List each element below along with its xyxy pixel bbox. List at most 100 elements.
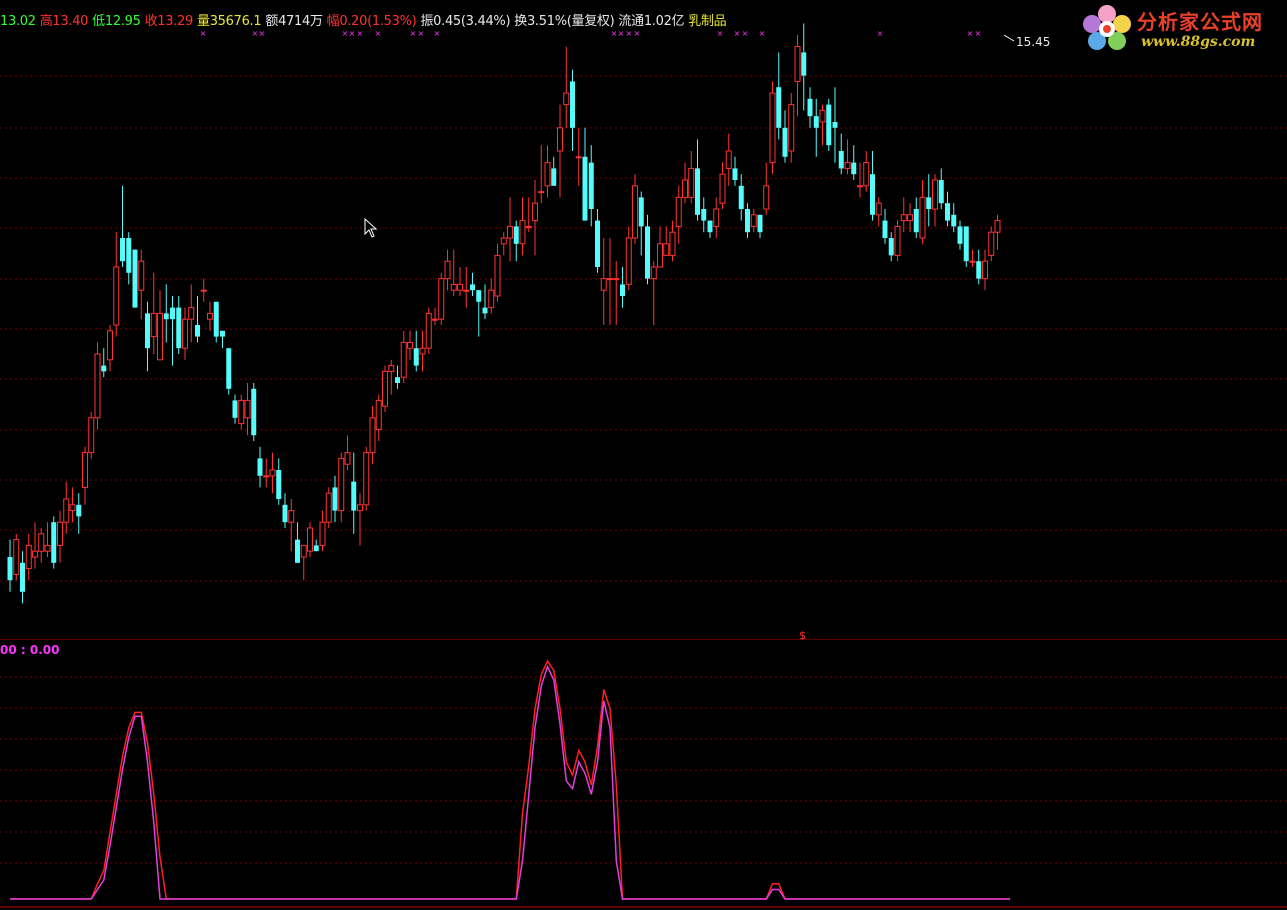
amplitude-label: 振 [420, 14, 434, 29]
candle [63, 481, 70, 534]
signal-marker: × [434, 29, 441, 38]
candle-body [244, 399, 251, 419]
candle [938, 168, 944, 209]
indicator-header: 00 : 0.00 [0, 643, 60, 657]
candle [88, 412, 95, 459]
candle-body [663, 243, 670, 256]
candle [926, 174, 932, 227]
candle-body [757, 214, 763, 233]
close-label: 收 [144, 14, 158, 29]
candle-body [588, 162, 594, 209]
candle-body [482, 307, 488, 314]
signal-marker: × [357, 29, 364, 38]
candle-body [419, 347, 426, 355]
candle-body [813, 116, 819, 128]
signal-marker: × [252, 29, 259, 38]
candle-body [675, 196, 682, 227]
candle-body [13, 539, 20, 575]
candle [695, 139, 700, 221]
sector-name: 乳制品 [688, 14, 727, 29]
indicator-chart[interactable] [0, 641, 1287, 910]
signal-marker: × [975, 29, 982, 38]
candle-body [188, 307, 195, 320]
candle-body [107, 330, 113, 361]
candle-body [613, 278, 620, 281]
candle-body [563, 92, 570, 106]
candle-body [882, 220, 888, 238]
candle-body [707, 220, 713, 233]
candle-body [745, 209, 750, 233]
signal-marker: × [418, 29, 425, 38]
candle-body [220, 330, 225, 337]
candle-body [851, 162, 857, 175]
candle-body [438, 278, 445, 320]
candle-body [263, 475, 270, 478]
signal-marker: × [967, 29, 974, 38]
candle-body [938, 180, 944, 204]
candle-body [732, 168, 738, 180]
candle [776, 52, 782, 140]
high-label: 高 [39, 14, 53, 29]
candle-body [44, 544, 51, 552]
candle [238, 394, 245, 430]
candle [919, 180, 926, 244]
candle-body [888, 238, 894, 256]
candle [769, 81, 776, 175]
candle [32, 522, 38, 569]
candle-body [207, 312, 213, 320]
candle-body [213, 301, 219, 337]
candle-body [101, 365, 107, 372]
candle [688, 151, 695, 204]
candle-body [325, 492, 332, 523]
candle-body [669, 231, 676, 256]
candle [563, 46, 570, 128]
candle [957, 220, 963, 250]
signal-marker: × [259, 29, 266, 38]
candle-body [682, 179, 688, 198]
signal-marker: × [877, 29, 884, 38]
signal-marker: × [626, 29, 633, 38]
candle-body [963, 226, 969, 262]
candle [707, 220, 713, 238]
candle [675, 185, 682, 244]
candle [319, 510, 326, 552]
indicator-grid [0, 676, 1287, 864]
signal-marker: × [742, 29, 749, 38]
candle-body [513, 226, 519, 244]
candle [295, 522, 300, 563]
candle [801, 23, 807, 111]
candle [994, 214, 1001, 250]
candle-body [313, 545, 319, 552]
candle [788, 93, 795, 163]
candle [945, 191, 950, 227]
candle-body [713, 208, 720, 227]
candle-body [257, 458, 263, 476]
candle [251, 383, 257, 441]
candle [450, 249, 457, 296]
candle-body [407, 341, 413, 349]
candle-body [69, 504, 76, 512]
signal-marker: × [734, 29, 741, 38]
candle [682, 162, 688, 204]
candle [463, 267, 470, 308]
candle [419, 330, 426, 372]
signal-marker: × [342, 29, 349, 38]
candle-body [176, 307, 182, 349]
candle [713, 197, 720, 238]
candle-body [844, 162, 851, 169]
candle-body [138, 260, 145, 291]
logo-url[interactable]: www.88gs.com [1141, 34, 1255, 50]
candle [307, 522, 313, 557]
low-value: 12.95 [104, 14, 141, 29]
candle-body [557, 127, 563, 152]
candle [557, 104, 563, 198]
signal-marker: × [618, 29, 625, 38]
signal-marker: × [634, 29, 641, 38]
candle-body [976, 261, 982, 279]
candle [669, 220, 676, 262]
candle-body [120, 238, 125, 262]
candle [875, 197, 882, 227]
candle [432, 307, 438, 325]
candle-body [875, 202, 882, 216]
candlestick-chart[interactable]: × × × × × × × × × × × × × × × × × × × × × 15.45 $ [0, 0, 1287, 640]
